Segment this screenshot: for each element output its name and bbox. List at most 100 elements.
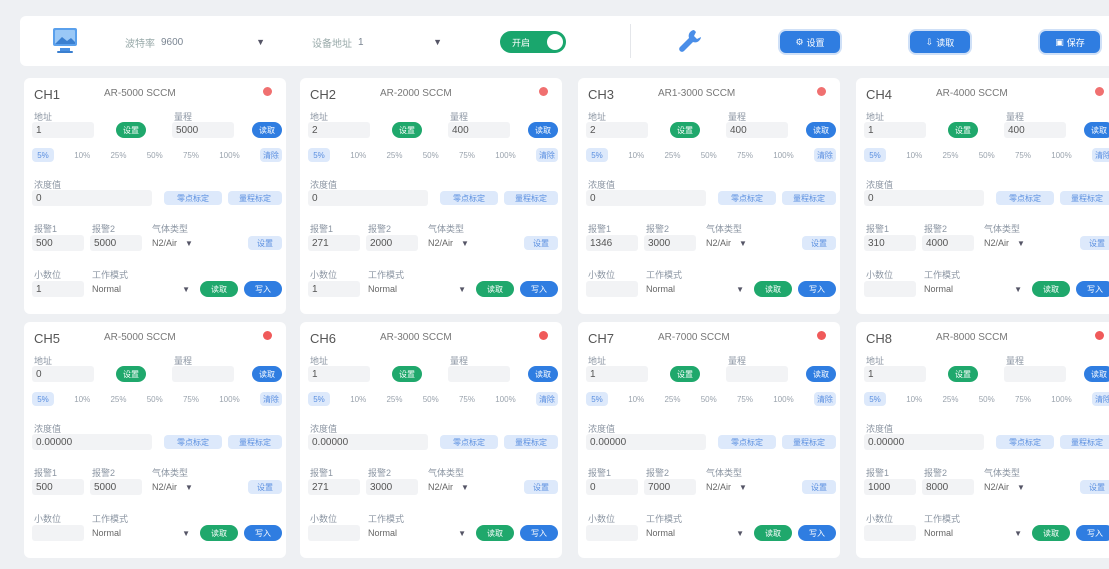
zero-calibrate-button[interactable]: 零点标定 bbox=[440, 191, 498, 205]
percent-option[interactable]: 75% bbox=[737, 395, 753, 404]
sensor-value-input[interactable]: 0.00000 bbox=[308, 434, 428, 450]
percent-option[interactable]: 75% bbox=[737, 151, 753, 160]
clear-button[interactable]: 清除 bbox=[813, 148, 836, 162]
close-icon[interactable] bbox=[539, 331, 548, 340]
mode-select[interactable]: Normal ▼ bbox=[92, 525, 190, 541]
percent-option[interactable]: 100% bbox=[1051, 151, 1071, 160]
mode-select[interactable]: Normal ▼ bbox=[368, 525, 466, 541]
alarm2-input[interactable]: 3000 bbox=[644, 235, 696, 251]
zero-calibrate-button[interactable]: 零点标定 bbox=[996, 435, 1054, 449]
percent-option[interactable]: 75% bbox=[459, 395, 475, 404]
close-icon[interactable] bbox=[817, 331, 826, 340]
read-range-button[interactable]: 读取 bbox=[1084, 366, 1109, 382]
percent-option[interactable]: 25% bbox=[942, 151, 958, 160]
alarm2-input[interactable]: 7000 bbox=[644, 479, 696, 495]
percent-option[interactable]: 75% bbox=[459, 151, 475, 160]
percent-option[interactable]: 10% bbox=[74, 395, 90, 404]
write-alarm-button[interactable]: 设置 bbox=[524, 480, 558, 494]
zero-calibrate-button[interactable]: 零点标定 bbox=[440, 435, 498, 449]
percent-option[interactable]: 25% bbox=[110, 395, 126, 404]
alarm2-input[interactable]: 3000 bbox=[366, 479, 418, 495]
span-calibrate-button[interactable]: 量程标定 bbox=[228, 435, 282, 449]
address-input[interactable]: 1 bbox=[864, 366, 926, 382]
mode-select[interactable]: Normal ▼ bbox=[924, 281, 1022, 297]
set-address-button[interactable]: 设置 bbox=[392, 122, 422, 138]
span-calibrate-button[interactable]: 量程标定 bbox=[504, 435, 558, 449]
span-calibrate-button[interactable]: 量程标定 bbox=[504, 191, 558, 205]
write-alarm-button[interactable]: 设置 bbox=[524, 236, 558, 250]
write-alarm-button[interactable]: 设置 bbox=[248, 480, 282, 494]
percent-option[interactable]: 100% bbox=[773, 151, 793, 160]
address-input[interactable]: 2 bbox=[308, 122, 370, 138]
percent-option[interactable]: 75% bbox=[183, 151, 199, 160]
alarm2-input[interactable]: 2000 bbox=[366, 235, 418, 251]
device-address-select[interactable]: 设备地址 1 ▼ bbox=[312, 33, 442, 51]
wrench-icon[interactable] bbox=[678, 28, 702, 54]
range-input[interactable] bbox=[726, 366, 788, 382]
percent-option[interactable]: 10% bbox=[350, 395, 366, 404]
save-button[interactable]: ▣ 保存 bbox=[1040, 31, 1100, 53]
write-alarm-button[interactable]: 设置 bbox=[1080, 236, 1109, 250]
mode-select[interactable]: Normal ▼ bbox=[924, 525, 1022, 541]
set-address-button[interactable]: 设置 bbox=[116, 366, 146, 382]
alarm1-input[interactable]: 500 bbox=[32, 235, 84, 251]
read-mode-button[interactable]: 读取 bbox=[476, 525, 514, 541]
mode-select[interactable]: Normal ▼ bbox=[368, 281, 466, 297]
address-input[interactable]: 1 bbox=[586, 366, 648, 382]
percent-option[interactable]: 50% bbox=[979, 151, 995, 160]
percent-option[interactable]: 25% bbox=[386, 151, 402, 160]
read-range-button[interactable]: 读取 bbox=[528, 366, 558, 382]
sensor-value-input[interactable]: 0.00000 bbox=[586, 434, 706, 450]
alarm1-input[interactable]: 271 bbox=[308, 235, 360, 251]
address-input[interactable]: 2 bbox=[586, 122, 648, 138]
decimal-input[interactable] bbox=[864, 525, 916, 541]
decimal-input[interactable]: 1 bbox=[32, 281, 84, 297]
zero-calibrate-button[interactable]: 零点标定 bbox=[164, 435, 222, 449]
decimal-input[interactable] bbox=[586, 525, 638, 541]
gas-type-select[interactable]: N2/Air ▼ bbox=[428, 479, 508, 495]
close-icon[interactable] bbox=[817, 87, 826, 96]
read-mode-button[interactable]: 读取 bbox=[1032, 281, 1070, 297]
percent-option[interactable]: 75% bbox=[1015, 395, 1031, 404]
decimal-input[interactable] bbox=[308, 525, 360, 541]
decimal-input[interactable] bbox=[864, 281, 916, 297]
set-address-button[interactable]: 设置 bbox=[392, 366, 422, 382]
close-icon[interactable] bbox=[1095, 87, 1104, 96]
write-mode-button[interactable]: 写入 bbox=[520, 525, 558, 541]
read-button[interactable]: ⇩ 读取 bbox=[910, 31, 970, 53]
alarm2-input[interactable]: 5000 bbox=[90, 479, 142, 495]
write-alarm-button[interactable]: 设置 bbox=[802, 480, 836, 494]
alarm1-input[interactable]: 1000 bbox=[864, 479, 916, 495]
settings-button[interactable]: ⚙ 设置 bbox=[780, 31, 840, 53]
address-input[interactable]: 1 bbox=[864, 122, 926, 138]
write-mode-button[interactable]: 写入 bbox=[520, 281, 558, 297]
percent-option[interactable]: 50% bbox=[701, 151, 717, 160]
set-address-button[interactable]: 设置 bbox=[670, 366, 700, 382]
write-mode-button[interactable]: 写入 bbox=[1076, 281, 1109, 297]
alarm1-input[interactable]: 310 bbox=[864, 235, 916, 251]
set-address-button[interactable]: 设置 bbox=[948, 122, 978, 138]
read-mode-button[interactable]: 读取 bbox=[200, 525, 238, 541]
percent-button[interactable]: 5% bbox=[32, 148, 54, 162]
percent-button[interactable]: 5% bbox=[586, 392, 608, 406]
percent-button[interactable]: 5% bbox=[864, 392, 886, 406]
set-address-button[interactable]: 设置 bbox=[948, 366, 978, 382]
percent-option[interactable]: 50% bbox=[701, 395, 717, 404]
alarm2-input[interactable]: 4000 bbox=[922, 235, 974, 251]
alarm1-input[interactable]: 500 bbox=[32, 479, 84, 495]
percent-option[interactable]: 10% bbox=[906, 395, 922, 404]
sensor-value-input[interactable]: 0 bbox=[32, 190, 152, 206]
baud-rate-select[interactable]: 波特率 9600 ▼ bbox=[125, 33, 265, 51]
range-input[interactable]: 400 bbox=[448, 122, 510, 138]
percent-button[interactable]: 5% bbox=[864, 148, 886, 162]
read-range-button[interactable]: 读取 bbox=[1084, 122, 1109, 138]
read-range-button[interactable]: 读取 bbox=[528, 122, 558, 138]
read-range-button[interactable]: 读取 bbox=[252, 366, 282, 382]
percent-option[interactable]: 25% bbox=[942, 395, 958, 404]
mode-select[interactable]: Normal ▼ bbox=[92, 281, 190, 297]
percent-option[interactable]: 10% bbox=[628, 151, 644, 160]
close-icon[interactable] bbox=[263, 87, 272, 96]
percent-option[interactable]: 100% bbox=[1051, 395, 1071, 404]
write-alarm-button[interactable]: 设置 bbox=[248, 236, 282, 250]
sensor-value-input[interactable]: 0 bbox=[864, 190, 984, 206]
